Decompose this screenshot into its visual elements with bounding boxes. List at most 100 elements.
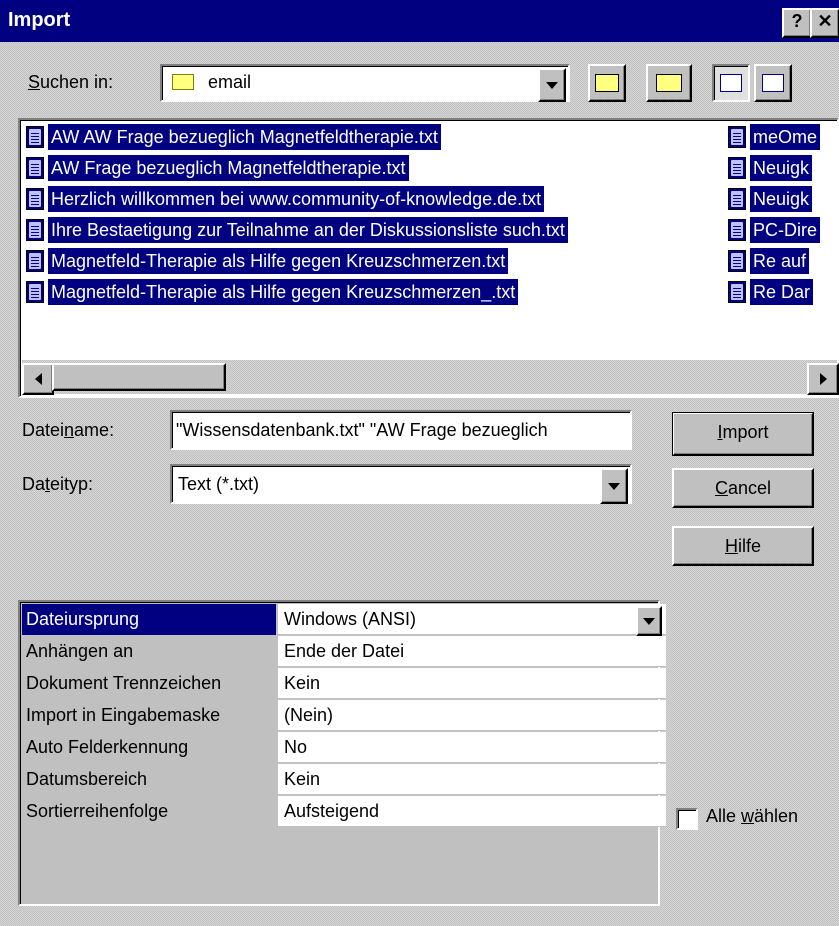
text-file-icon xyxy=(728,281,746,303)
scroll-left-button[interactable] xyxy=(22,363,54,395)
text-file-icon xyxy=(26,281,44,303)
option-value[interactable]: (Nein) xyxy=(278,700,666,731)
select-all-label[interactable]: Alle wählen xyxy=(706,806,798,827)
option-name: Anhängen an xyxy=(26,641,134,661)
option-row[interactable]: Auto Felderkennung No xyxy=(20,732,666,764)
file-list[interactable]: AW AW Frage bezueglich Magnetfeldtherapi… xyxy=(18,118,839,398)
option-row[interactable]: Dokument Trennzeichen Kein xyxy=(20,668,666,700)
filetype-value: Text (*.txt) xyxy=(178,474,260,494)
file-item[interactable]: Ihre Bestaetigung zur Teilnahme an der D… xyxy=(26,217,568,243)
file-name: AW Frage bezueglich Magnetfeldtherapie.t… xyxy=(48,155,409,181)
scroll-right-button[interactable] xyxy=(807,363,839,395)
text-file-icon xyxy=(26,219,44,241)
file-name: Ihre Bestaetigung zur Teilnahme an der D… xyxy=(48,217,568,243)
scroll-thumb[interactable] xyxy=(52,363,226,391)
select-all-checkbox[interactable] xyxy=(676,808,698,830)
title-bar: Import ? ✕ xyxy=(0,0,839,42)
option-name: Auto Felderkennung xyxy=(26,737,189,757)
import-options-panel: Dateiursprung Windows (ANSI) Anhängen an En… xyxy=(18,600,666,906)
arrow-right-icon xyxy=(819,373,827,385)
option-value-text: Windows (ANSI) xyxy=(284,609,417,629)
option-value-text: Ende der Datei xyxy=(284,641,405,661)
list-view-icon xyxy=(720,74,742,92)
filename-value: "Wissensdatenbank.txt" "AW Frage bezuegl… xyxy=(176,420,548,440)
file-item[interactable]: Herzlich willkommen bei www.community-of… xyxy=(26,186,545,212)
option-name: Dateiursprung xyxy=(22,604,276,635)
file-name: meOme xyxy=(750,124,821,150)
cancel-button[interactable]: Cancel xyxy=(672,468,814,508)
option-dropdown-arrow[interactable] xyxy=(636,606,662,636)
file-name: Re auf xyxy=(750,248,810,274)
text-file-icon xyxy=(26,188,44,210)
file-item[interactable]: Magnetfeld-Therapie als Hilfe gegen Kreu… xyxy=(26,248,509,274)
option-value[interactable]: Aufsteigend xyxy=(278,796,666,827)
option-value-text: Kein xyxy=(284,769,321,789)
file-item[interactable]: Magnetfeld-Therapie als Hilfe gegen Kreu… xyxy=(26,279,519,305)
file-name: Re Dar xyxy=(750,279,814,305)
file-item[interactable]: AW AW Frage bezueglich Magnetfeldtherapi… xyxy=(26,124,441,150)
text-file-icon xyxy=(728,126,746,148)
file-item[interactable]: PC-Dire xyxy=(728,217,821,243)
text-file-icon xyxy=(728,157,746,179)
option-value[interactable]: Windows (ANSI) xyxy=(278,604,666,636)
file-item[interactable]: meOme xyxy=(728,124,821,150)
chevron-down-icon xyxy=(643,617,655,625)
option-row[interactable]: Import in Eingabemaske (Nein) xyxy=(20,700,666,732)
lookin-folder-name: email xyxy=(208,72,252,92)
file-name: Magnetfeld-Therapie als Hilfe gegen Kreu… xyxy=(48,279,519,305)
folder-icon xyxy=(172,74,194,90)
filename-input[interactable]: "Wissensdatenbank.txt" "AW Frage bezuegl… xyxy=(170,410,632,450)
text-file-icon xyxy=(728,188,746,210)
text-file-icon xyxy=(26,250,44,272)
option-value-text: Kein xyxy=(284,673,321,693)
help-button[interactable]: Hilfe xyxy=(672,526,814,566)
option-value[interactable]: Kein xyxy=(278,668,666,699)
option-value-text: Aufsteigend xyxy=(284,801,380,821)
option-row[interactable]: Dateiursprung Windows (ANSI) xyxy=(20,604,666,636)
file-item[interactable]: Re Dar xyxy=(728,279,814,305)
file-name: PC-Dire xyxy=(750,217,821,243)
horizontal-scrollbar[interactable] xyxy=(22,360,839,395)
new-folder-button[interactable] xyxy=(646,64,692,102)
lookin-dropdown-arrow[interactable] xyxy=(538,68,566,102)
chevron-down-icon xyxy=(546,81,558,89)
up-folder-button[interactable] xyxy=(588,64,626,102)
file-name: AW AW Frage bezueglich Magnetfeldtherapi… xyxy=(48,124,441,150)
arrow-left-icon xyxy=(34,373,42,385)
lookin-dropdown[interactable]: email xyxy=(160,64,570,102)
option-name: Datumsbereich xyxy=(26,769,148,789)
close-button[interactable]: ✕ xyxy=(810,8,839,38)
option-row[interactable]: Sortierreihenfolge Aufsteigend xyxy=(20,796,666,828)
file-item[interactable]: Neuigk xyxy=(728,155,813,181)
option-value-text: (Nein) xyxy=(284,705,334,725)
option-row[interactable]: Anhängen an Ende der Datei xyxy=(20,636,666,668)
file-item[interactable]: Neuigk xyxy=(728,186,813,212)
text-file-icon xyxy=(728,219,746,241)
filetype-dropdown[interactable]: Text (*.txt) xyxy=(170,464,632,504)
option-name: Sortierreihenfolge xyxy=(26,801,169,821)
option-value[interactable]: No xyxy=(278,732,666,763)
list-view-button[interactable] xyxy=(712,64,750,102)
import-button[interactable]: Import xyxy=(672,412,814,456)
option-value[interactable]: Ende der Datei xyxy=(278,636,666,667)
file-item[interactable]: AW Frage bezueglich Magnetfeldtherapie.t… xyxy=(26,155,409,181)
filetype-dropdown-arrow[interactable] xyxy=(600,468,628,504)
filename-label: Dateiname: xyxy=(22,420,115,440)
details-view-button[interactable] xyxy=(754,64,792,102)
window-title: Import xyxy=(8,9,71,31)
file-item[interactable]: Re auf xyxy=(728,248,810,274)
option-value[interactable]: Kein xyxy=(278,764,666,795)
file-name: Magnetfeld-Therapie als Hilfe gegen Kreu… xyxy=(48,248,509,274)
file-name: Neuigk xyxy=(750,186,813,212)
lookin-label: Suchen in: xyxy=(28,72,114,92)
up-folder-icon xyxy=(595,74,619,92)
option-value-text: No xyxy=(284,737,308,757)
option-row[interactable]: Datumsbereich Kein xyxy=(20,764,666,796)
text-file-icon xyxy=(26,126,44,148)
filetype-label: Dateityp: xyxy=(22,474,94,494)
option-name: Dokument Trennzeichen xyxy=(26,673,222,693)
help-title-button[interactable]: ? xyxy=(782,8,812,38)
text-file-icon xyxy=(26,157,44,179)
new-folder-icon xyxy=(656,74,682,92)
chevron-down-icon xyxy=(608,482,620,490)
